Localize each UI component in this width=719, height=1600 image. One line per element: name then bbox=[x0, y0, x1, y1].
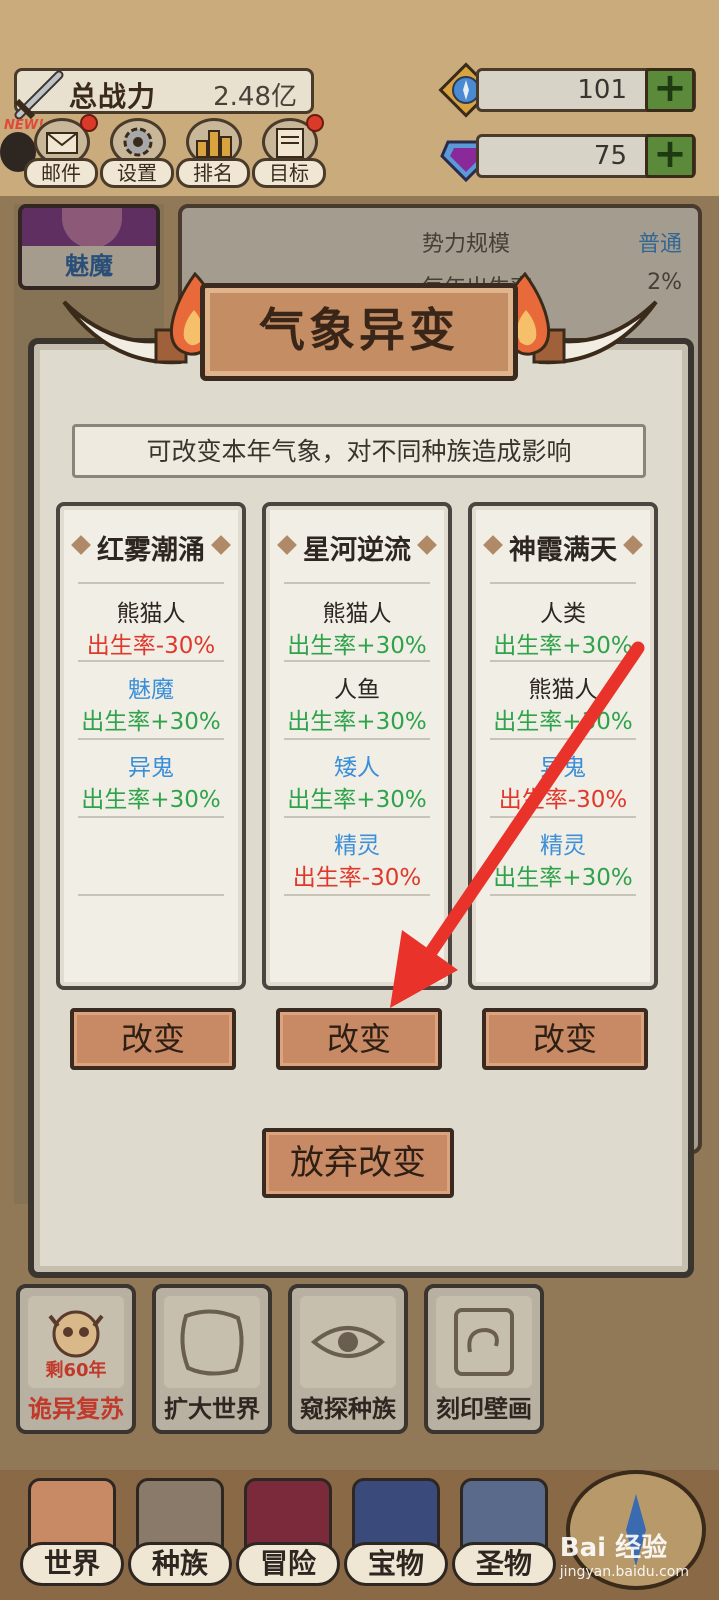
dialog-subtitle: 可改变本年气象，对不同种族造成影响 bbox=[146, 437, 572, 466]
birth-rate-effect: 出生率+30% bbox=[81, 787, 221, 813]
goals-label: 目标 bbox=[252, 158, 326, 188]
divider bbox=[78, 738, 224, 740]
nav-label: 圣物 bbox=[452, 1542, 556, 1586]
action-label: 扩大世界 bbox=[164, 1395, 260, 1423]
watermark-url: jingyan.baidu.com bbox=[559, 1564, 689, 1580]
mail-label: 邮件 bbox=[24, 158, 98, 188]
years-remaining-badge: 剩60年 bbox=[45, 1360, 107, 1381]
resource-bar-b: 75 + bbox=[476, 134, 696, 178]
divider bbox=[284, 582, 430, 584]
nav-label: 宝物 bbox=[344, 1542, 448, 1586]
action-label: 诡异复苏 bbox=[28, 1395, 124, 1423]
race-name: 人类 bbox=[540, 601, 586, 627]
weather-card-title: 神霞满天 bbox=[509, 535, 617, 566]
weather-card-title: 红雾潮涌 bbox=[97, 535, 205, 566]
crossed-swords-icon bbox=[14, 70, 64, 120]
weather-card-title: 星河逆流 bbox=[303, 535, 411, 566]
total-power-bar: 总战力 2.48亿 bbox=[14, 68, 314, 120]
resource-a-value: 101 bbox=[577, 75, 627, 105]
add-resource-a-button[interactable]: + bbox=[645, 68, 695, 112]
nav-treasure[interactable]: 宝物 bbox=[340, 1474, 452, 1594]
divider bbox=[78, 582, 224, 584]
mural-icon bbox=[436, 1296, 532, 1388]
abandon-change-button[interactable]: 放弃改变 bbox=[262, 1128, 454, 1198]
nav-relic[interactable]: 圣物 bbox=[448, 1474, 560, 1594]
nav-adventure[interactable]: 冒险 bbox=[232, 1474, 344, 1594]
weather-card-red-mist: 红雾潮涌 熊猫人 出生率-30% 魅魔 出生率+30% 异鬼 出生率+30% bbox=[56, 502, 246, 990]
divider bbox=[78, 816, 224, 818]
settings-label: 设置 bbox=[100, 158, 174, 188]
action-weird-revival[interactable]: 剩60年 诡异复苏 bbox=[16, 1284, 136, 1434]
divider bbox=[490, 582, 636, 584]
nav-world[interactable]: 世界 bbox=[16, 1474, 128, 1594]
divider bbox=[78, 660, 224, 662]
mail-button[interactable]: 邮件 bbox=[24, 114, 98, 188]
nav-label: 世界 bbox=[20, 1542, 124, 1586]
action-expand-world[interactable]: 扩大世界 bbox=[152, 1284, 272, 1434]
resource-bar-a: 101 + bbox=[476, 68, 696, 112]
birth-rate-effect: 出生率-30% bbox=[86, 633, 216, 659]
ranking-label: 排名 bbox=[176, 158, 250, 188]
action-spy-race[interactable]: 窥探种族 bbox=[288, 1284, 408, 1434]
map-icon bbox=[164, 1296, 260, 1388]
goals-button[interactable]: 目标 bbox=[252, 114, 326, 188]
notification-dot bbox=[80, 114, 98, 132]
action-label: 窥探种族 bbox=[300, 1395, 396, 1423]
ranking-button[interactable]: 排名 bbox=[176, 118, 250, 188]
action-engrave-mural[interactable]: 刻印壁画 bbox=[424, 1284, 544, 1434]
total-power-label: 总战力 bbox=[69, 80, 157, 113]
race-name: 魅魔 bbox=[128, 677, 174, 703]
action-label: 刻印壁画 bbox=[436, 1395, 532, 1423]
race-name: 异鬼 bbox=[128, 755, 174, 781]
birth-rate-effect: 出生率+30% bbox=[81, 709, 221, 735]
watermark-brand: Bai 经验 bbox=[559, 1533, 668, 1563]
resource-b-value: 75 bbox=[593, 141, 627, 171]
race-name: 熊猫人 bbox=[116, 601, 186, 627]
eye-icon bbox=[300, 1296, 396, 1388]
nav-label: 种族 bbox=[128, 1542, 232, 1586]
nav-race[interactable]: 种族 bbox=[124, 1474, 236, 1594]
red-arrow-annotation bbox=[390, 641, 645, 1008]
dialog-title: 气象异变 bbox=[259, 303, 459, 357]
settings-button[interactable]: 设置 bbox=[100, 118, 174, 188]
notification-dot bbox=[306, 114, 324, 132]
total-power-value: 2.48亿 bbox=[213, 82, 297, 112]
nav-label: 冒险 bbox=[236, 1542, 340, 1586]
race-name: 熊猫人 bbox=[322, 601, 392, 627]
add-resource-b-button[interactable]: + bbox=[645, 134, 695, 178]
change-button-red-mist[interactable]: 改变 bbox=[70, 1008, 236, 1070]
divider bbox=[78, 894, 224, 896]
watermark: Bai 经验 jingyan.baidu.com bbox=[560, 1527, 689, 1580]
